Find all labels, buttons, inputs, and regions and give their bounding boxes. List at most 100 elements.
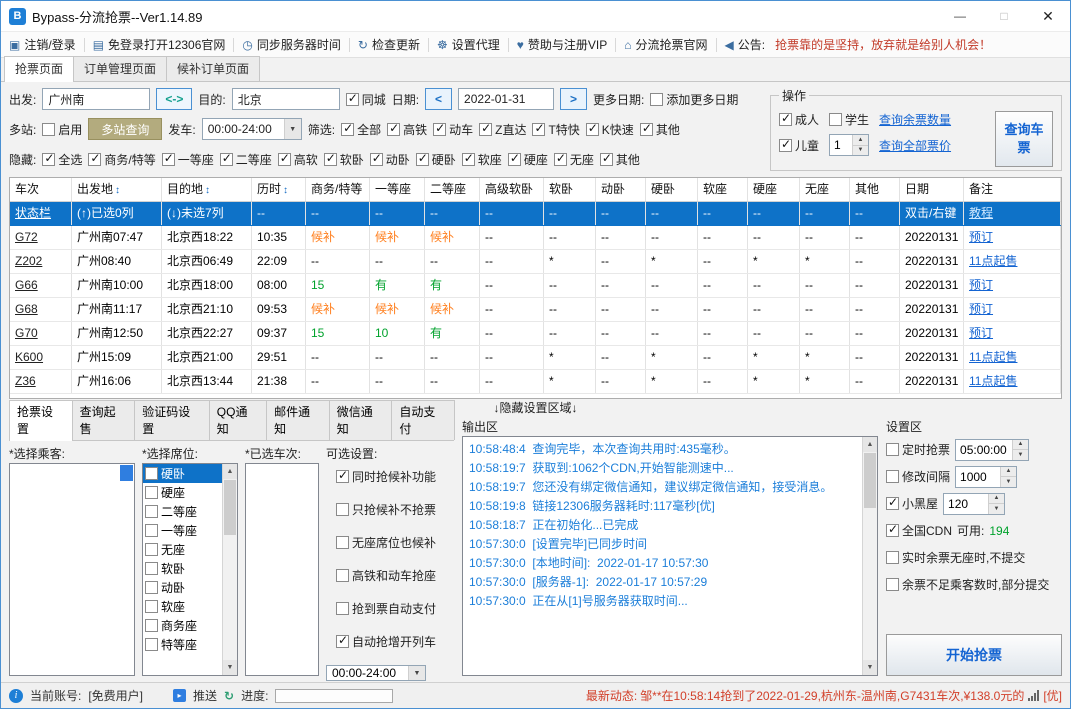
- stepper-arrows[interactable]: ▲▼: [1012, 440, 1028, 460]
- hide-column-option-3[interactable]: 二等座: [220, 151, 272, 168]
- train-row[interactable]: G66广州南10:00北京西18:0008:0015有有------------…: [10, 274, 1061, 298]
- selected-trains-list[interactable]: [245, 463, 319, 676]
- hide-column-option-7[interactable]: 硬卧: [416, 151, 456, 168]
- student-checkbox[interactable]: 学生: [829, 111, 869, 128]
- multi-station-query-button[interactable]: 多站查询: [88, 118, 162, 140]
- column-header-15[interactable]: 日期: [900, 178, 964, 201]
- scroll-down-icon[interactable]: ▼: [863, 660, 877, 675]
- grab-time-range-select[interactable]: 00:00-24:00 ▼: [326, 665, 426, 681]
- swap-stations-button[interactable]: <->: [156, 88, 192, 110]
- column-header-5[interactable]: 一等座: [370, 178, 425, 201]
- add-more-dates-checkbox[interactable]: 添加更多日期: [650, 91, 738, 108]
- grab-option-3[interactable]: 高铁和动车抢座: [336, 562, 436, 589]
- scroll-down-icon[interactable]: ▼: [223, 660, 237, 675]
- blacklist-checkbox[interactable]: 小黑屋: [886, 495, 938, 512]
- toolbar-item-7[interactable]: ◀公告:: [725, 36, 766, 53]
- maximize-button[interactable]: □: [982, 1, 1026, 31]
- adult-checkbox[interactable]: 成人: [779, 111, 819, 128]
- hide-column-option-8[interactable]: 软座: [462, 151, 502, 168]
- cdn-checkbox[interactable]: 全国CDN: [886, 522, 952, 539]
- seat-option-6[interactable]: 动卧: [143, 578, 222, 597]
- column-header-16[interactable]: 备注: [964, 178, 1061, 201]
- scroll-track[interactable]: [223, 479, 237, 660]
- blacklist-spinner[interactable]: 120 ▲▼: [943, 493, 1005, 515]
- hide-column-option-5[interactable]: 软卧: [324, 151, 364, 168]
- toolbar-item-0[interactable]: ▣注销/登录: [9, 36, 76, 53]
- stepper-arrows[interactable]: ▲▼: [1000, 467, 1016, 487]
- hide-column-option-6[interactable]: 动卧: [370, 151, 410, 168]
- column-header-14[interactable]: 其他: [850, 178, 900, 201]
- hide-column-option-2[interactable]: 一等座: [162, 151, 214, 168]
- train-type-filter-1[interactable]: 高铁: [387, 121, 427, 138]
- column-header-11[interactable]: 软座: [698, 178, 748, 201]
- settings-tab-6[interactable]: 自动支付: [391, 400, 455, 440]
- seat-option-8[interactable]: 商务座: [143, 616, 222, 635]
- depart-time-select[interactable]: 00:00-24:00 ▼: [202, 118, 302, 140]
- grab-option-2[interactable]: 无座席位也候补: [336, 529, 436, 556]
- stepper-arrows[interactable]: ▲▼: [988, 494, 1004, 514]
- query-price-link[interactable]: 查询全部票价: [879, 137, 951, 154]
- hide-column-option-1[interactable]: 商务/特等: [88, 151, 155, 168]
- output-scrollbar[interactable]: ▲ ▼: [862, 437, 877, 675]
- column-header-13[interactable]: 无座: [800, 178, 850, 201]
- query-tickets-button[interactable]: 查询车票: [995, 111, 1053, 167]
- seat-option-0[interactable]: 硬卧: [143, 464, 222, 483]
- minimize-button[interactable]: —: [938, 1, 982, 31]
- scroll-track[interactable]: [863, 452, 877, 660]
- passenger-list[interactable]: [9, 463, 135, 676]
- status-row[interactable]: 状态栏(↑)已选0列(↓)未选7列-----------------------…: [10, 202, 1061, 226]
- stepper-arrows[interactable]: ▲▼: [852, 135, 868, 155]
- settings-tab-4[interactable]: 邮件通知: [266, 400, 330, 440]
- toolbar-item-6[interactable]: ⌂分流抢票官网: [624, 36, 707, 53]
- no-seat-no-submit-checkbox[interactable]: 实时余票无座时,不提交: [886, 549, 1025, 566]
- column-header-0[interactable]: 车次: [10, 178, 72, 201]
- train-row[interactable]: Z36广州16:06北京西13:4421:38--------*--*--**-…: [10, 370, 1061, 394]
- train-type-filter-6[interactable]: 其他: [640, 121, 680, 138]
- train-type-filter-0[interactable]: 全部: [341, 121, 381, 138]
- grab-option-1[interactable]: 只抢候补不抢票: [336, 496, 436, 523]
- seat-scrollbar[interactable]: ▲ ▼: [222, 464, 237, 675]
- train-type-filter-2[interactable]: 动车: [433, 121, 473, 138]
- column-header-8[interactable]: 软卧: [544, 178, 596, 201]
- seat-option-2[interactable]: 二等座: [143, 502, 222, 521]
- scroll-thumb[interactable]: [224, 480, 236, 535]
- hide-column-option-0[interactable]: 全选: [42, 151, 82, 168]
- train-row[interactable]: G70广州南12:50北京西22:2709:371510有-----------…: [10, 322, 1061, 346]
- column-header-10[interactable]: 硬卧: [646, 178, 698, 201]
- train-row[interactable]: K600广州15:09北京西21:0029:51--------*--*--**…: [10, 346, 1061, 370]
- same-city-checkbox[interactable]: 同城: [346, 91, 386, 108]
- start-grab-button[interactable]: 开始抢票: [886, 634, 1062, 676]
- column-header-3[interactable]: 历时↕: [252, 178, 306, 201]
- seat-option-4[interactable]: 无座: [143, 540, 222, 559]
- grab-option-0[interactable]: 同时抢候补功能: [336, 463, 436, 490]
- child-count-stepper[interactable]: 1 ▲▼: [829, 134, 869, 156]
- scroll-thumb[interactable]: [864, 453, 876, 508]
- destination-input[interactable]: 北京: [232, 88, 340, 110]
- train-row[interactable]: G68广州南11:17北京西21:1009:53候补候补候补----------…: [10, 298, 1061, 322]
- close-button[interactable]: ✕: [1026, 1, 1070, 31]
- column-header-4[interactable]: 商务/特等: [306, 178, 370, 201]
- child-checkbox[interactable]: 儿童: [779, 137, 819, 154]
- column-header-2[interactable]: 目的地↕: [162, 178, 252, 201]
- grab-option-5[interactable]: 自动抢增开列车: [336, 628, 436, 655]
- settings-tab-3[interactable]: QQ通知: [209, 400, 267, 440]
- hide-column-option-9[interactable]: 硬座: [508, 151, 548, 168]
- grab-option-4[interactable]: 抢到票自动支付: [336, 595, 436, 622]
- partial-submit-checkbox[interactable]: 余票不足乘客数时,部分提交: [886, 576, 1049, 593]
- page-tab-1[interactable]: 订单管理页面: [73, 56, 167, 81]
- train-row[interactable]: G72广州南07:47北京西18:2210:35候补候补候补----------…: [10, 226, 1061, 250]
- next-date-button[interactable]: >: [560, 88, 587, 110]
- seat-option-9[interactable]: 特等座: [143, 635, 222, 654]
- timed-grab-time-spinner[interactable]: 05:00:00 ▲▼: [955, 439, 1029, 461]
- page-tab-2[interactable]: 候补订单页面: [166, 56, 260, 81]
- settings-tab-1[interactable]: 查询起售: [72, 400, 136, 440]
- hide-column-option-4[interactable]: 高软: [278, 151, 318, 168]
- scroll-up-icon[interactable]: ▲: [223, 464, 237, 479]
- page-tab-0[interactable]: 抢票页面: [4, 56, 74, 82]
- train-type-filter-5[interactable]: K快速: [586, 121, 634, 138]
- multi-station-enable-checkbox[interactable]: 启用: [42, 121, 82, 138]
- timed-grab-checkbox[interactable]: 定时抢票: [886, 441, 950, 458]
- train-type-filter-4[interactable]: T特快: [532, 121, 579, 138]
- seat-option-7[interactable]: 软座: [143, 597, 222, 616]
- push-label[interactable]: 推送: [193, 687, 217, 704]
